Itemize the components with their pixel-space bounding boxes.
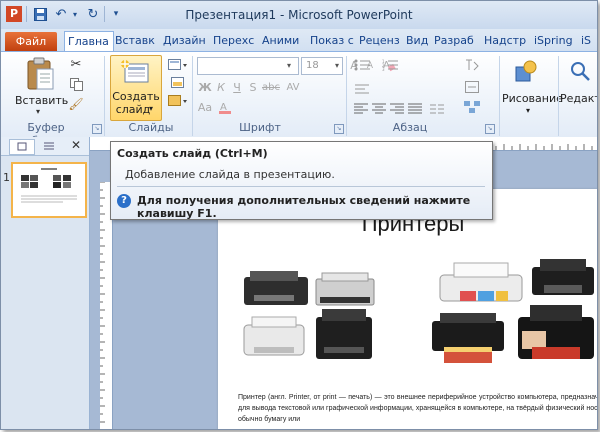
- group-label-slides: Слайды: [128, 121, 174, 134]
- tooltip-divider: [117, 186, 485, 187]
- new-slide-tooltip: Создать слайд (Ctrl+M) Добавление слайда…: [110, 141, 493, 220]
- text-direction-icon[interactable]: [353, 82, 371, 96]
- underline-icon[interactable]: Ч: [230, 79, 244, 95]
- printer-image-2: [314, 269, 376, 309]
- new-slide-dropdown-icon[interactable]: ▾: [149, 104, 153, 113]
- layout-icon[interactable]: [167, 58, 189, 72]
- drawing-dropdown-icon[interactable]: ▾: [526, 106, 530, 115]
- printer-image-4: [312, 307, 376, 363]
- group-label-font: Шрифт: [239, 121, 281, 134]
- text-direction-2-icon[interactable]: [463, 58, 481, 72]
- clipboard-launcher-icon[interactable]: ↘: [92, 124, 102, 134]
- bold-icon[interactable]: Ж: [198, 79, 212, 95]
- font-name-dropdown-icon[interactable]: ▾: [287, 61, 291, 70]
- paste-icon[interactable]: [23, 56, 57, 92]
- tooltip-title: Создать слайд (Ctrl+M): [117, 147, 268, 160]
- font-size-dropdown-icon[interactable]: ▾: [335, 61, 339, 70]
- tab-transitions[interactable]: Перехс: [210, 31, 261, 51]
- align-right-icon[interactable]: [389, 102, 405, 116]
- svg-text:3: 3: [382, 67, 385, 71]
- paste-dropdown-icon[interactable]: ▾: [36, 107, 40, 116]
- format-painter-icon[interactable]: 🖌: [67, 96, 85, 112]
- tab-home[interactable]: Главна: [64, 31, 114, 52]
- paragraph-launcher-icon[interactable]: ↘: [485, 124, 495, 134]
- cut-icon[interactable]: ✂: [67, 56, 85, 72]
- tab-developer[interactable]: Разраб: [431, 31, 483, 51]
- group-divider: [192, 56, 193, 136]
- pane-tabs: ✕: [1, 137, 89, 156]
- justify-icon[interactable]: [407, 102, 423, 116]
- tooltip-description: Добавление слайда в презентацию.: [125, 168, 335, 181]
- columns-icon[interactable]: [429, 102, 445, 116]
- slide-canvas[interactable]: Принтеры Принтер (англ. Printer, от prin…: [218, 189, 597, 429]
- tab-ispring[interactable]: iSpring: [531, 31, 579, 51]
- printer-image-5: [436, 261, 526, 307]
- font-size-value: 18: [306, 60, 319, 71]
- help-icon: ?: [117, 194, 131, 208]
- align-text-icon[interactable]: [463, 80, 481, 94]
- smartart-icon[interactable]: [463, 100, 481, 114]
- shadow-icon[interactable]: S: [246, 79, 260, 95]
- align-left-icon[interactable]: [353, 102, 369, 116]
- bullets-icon[interactable]: [353, 58, 371, 72]
- tab-ispring-2[interactable]: iS: [578, 31, 597, 51]
- font-size-combo[interactable]: 18 ▾: [301, 57, 343, 75]
- slide-body-text[interactable]: Принтер (англ. Printer, от print — печат…: [238, 392, 597, 425]
- drawing-button[interactable]: Рисование: [502, 92, 563, 105]
- tab-design[interactable]: Дизайн: [160, 31, 212, 51]
- tooltip-help-text: Для получения дополнительных сведений на…: [137, 194, 471, 220]
- printer-image-1: [240, 269, 312, 307]
- title-bar: P ↶ ▾ ↻ ▾ Презентация1 - Microsoft Power…: [1, 1, 597, 29]
- change-case-icon[interactable]: Aa: [198, 99, 212, 115]
- tab-slideshow[interactable]: Показ с: [307, 31, 360, 51]
- paste-button[interactable]: Вставить: [15, 94, 68, 107]
- section-icon[interactable]: [167, 94, 189, 108]
- group-divider: [104, 56, 105, 136]
- tab-review[interactable]: Реценз: [356, 31, 406, 51]
- character-spacing-icon[interactable]: AV: [284, 79, 302, 95]
- group-divider: [499, 56, 500, 136]
- tab-insert[interactable]: Вставк: [112, 31, 162, 51]
- italic-icon[interactable]: К: [214, 79, 228, 95]
- slide-number: 1: [3, 171, 10, 184]
- window-title: Презентация1 - Microsoft PowerPoint: [185, 8, 413, 22]
- powerpoint-window: P ↶ ▾ ↻ ▾ Презентация1 - Microsoft Power…: [0, 0, 598, 430]
- close-pane-icon[interactable]: ✕: [71, 138, 81, 152]
- tab-slides-view[interactable]: [9, 139, 35, 155]
- align-center-icon[interactable]: [371, 102, 387, 116]
- reset-slide-icon[interactable]: [167, 76, 189, 90]
- copy-icon[interactable]: [67, 76, 85, 92]
- tab-file[interactable]: Файл: [5, 32, 57, 51]
- slide-thumbnail[interactable]: [11, 162, 87, 218]
- tab-addins[interactable]: Надстр: [481, 31, 533, 51]
- group-divider: [558, 56, 559, 136]
- editing-button[interactable]: Редакт: [560, 92, 597, 105]
- group-label-paragraph: Абзац: [392, 121, 428, 134]
- ribbon: Вставить ▾ ✂ 🖌 Буфер обмена ↘ Создать сл…: [1, 51, 597, 147]
- printer-image-7: [430, 311, 506, 365]
- tab-animations[interactable]: Аними: [259, 31, 309, 51]
- tab-view[interactable]: Вид: [403, 31, 433, 51]
- printer-image-3: [240, 313, 310, 359]
- slides-pane: ✕ 1: [1, 137, 90, 429]
- printer-image-8: [514, 301, 597, 365]
- numbering-icon[interactable]: 123: [381, 58, 399, 72]
- new-slide-label-line1: Создать: [112, 90, 160, 103]
- font-name-combo[interactable]: [197, 57, 299, 75]
- ribbon-tab-row: Файл Главна Вставк Дизайн Перехс Аними П…: [1, 29, 597, 52]
- printer-image-6: [528, 255, 597, 299]
- find-icon[interactable]: [567, 58, 593, 84]
- font-color-icon[interactable]: A: [217, 99, 233, 115]
- new-slide-icon[interactable]: [119, 58, 151, 88]
- group-divider: [346, 56, 347, 136]
- tab-outline-view[interactable]: [39, 140, 59, 152]
- strikethrough-icon[interactable]: abc: [262, 79, 280, 95]
- drawing-icon[interactable]: [513, 58, 539, 84]
- font-launcher-icon[interactable]: ↘: [334, 124, 344, 134]
